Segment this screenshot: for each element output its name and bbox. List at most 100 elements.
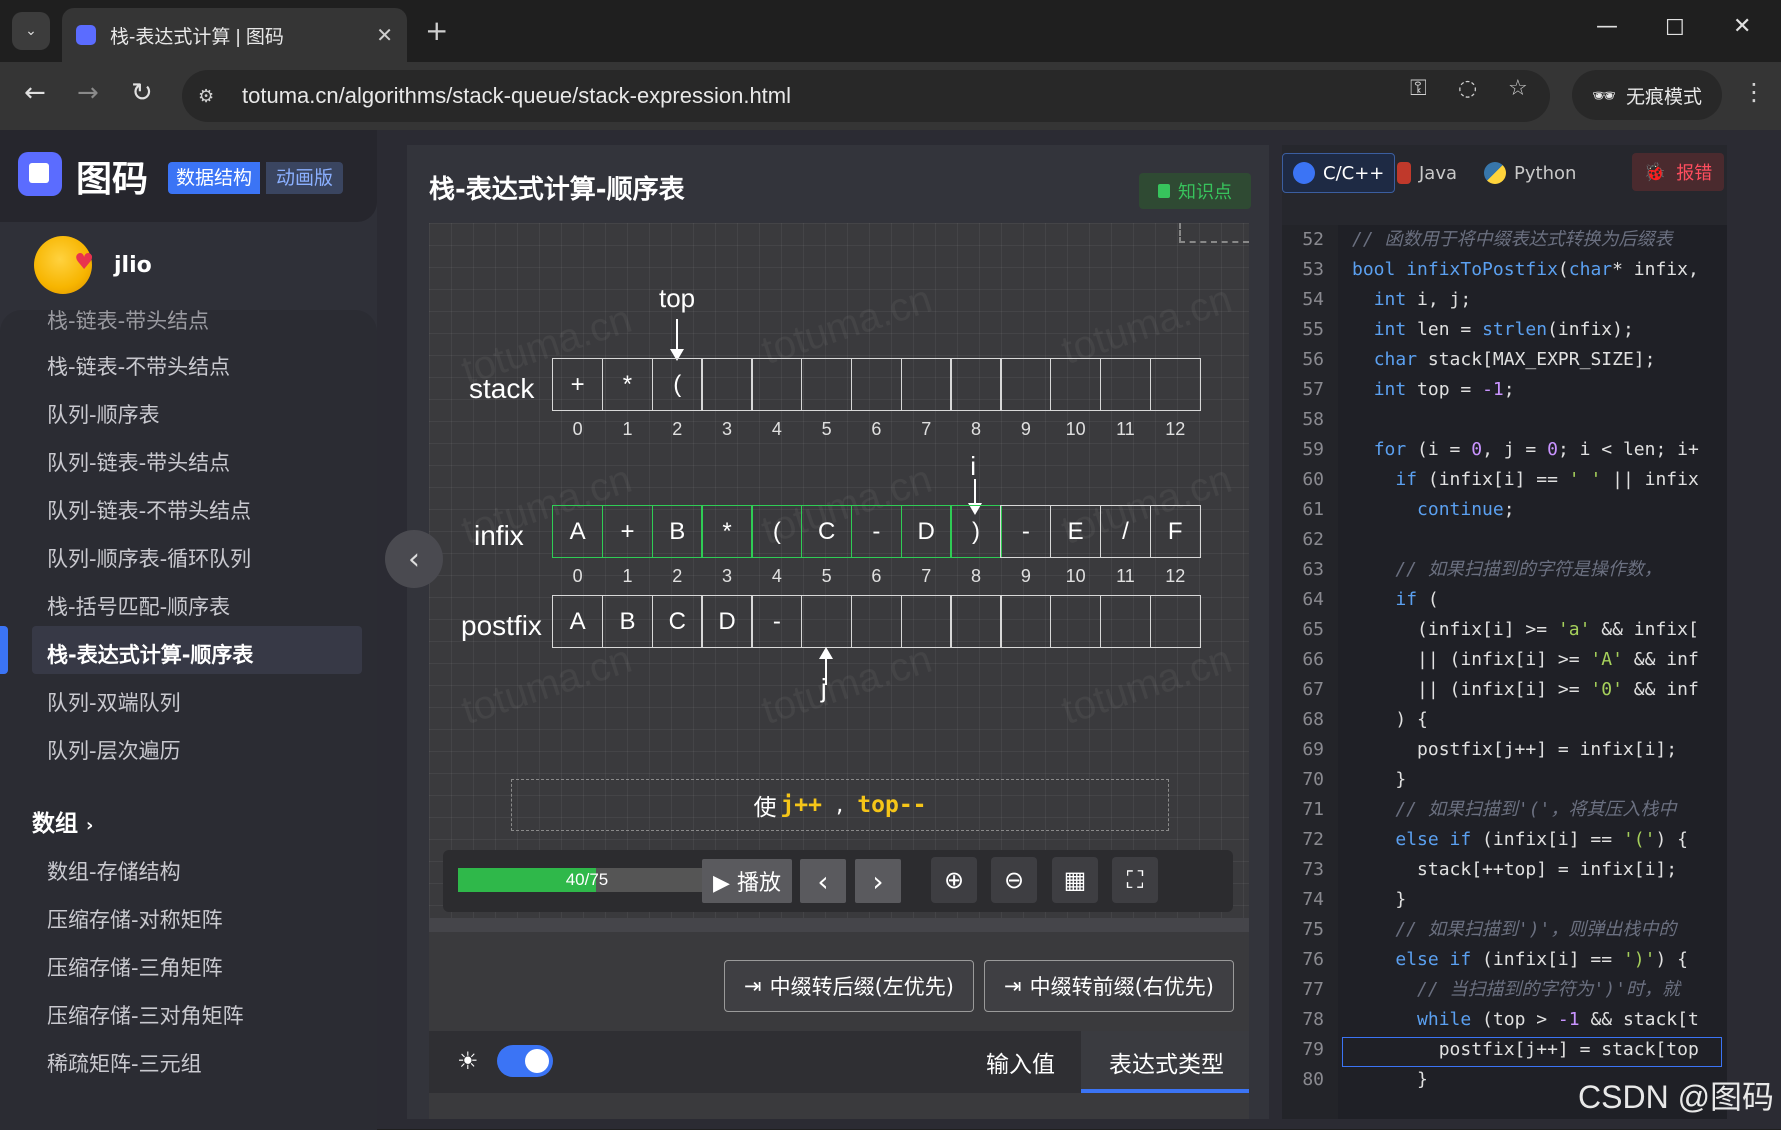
code-line: int i, j; [1373,289,1472,310]
code-line: // 如果扫描到'('，将其压入栈中 [1352,799,1677,820]
play-button[interactable]: ▶ 播放 [702,859,792,903]
close-tab-icon[interactable]: ✕ [376,23,393,47]
index-label: 8 [971,419,982,439]
sidebar-item[interactable]: 栈-链表-带头结点 [47,305,209,335]
code-line: postfix[j++] = infix[i]; [1352,739,1678,760]
index-label: 10 [1065,566,1086,586]
infix-cell: E [1049,505,1102,558]
infix-cell: D [900,505,952,558]
tab-search-button[interactable]: ⌄ [12,12,50,50]
code-line: ) { [1352,709,1428,730]
arrow-right-bar-icon: ⇥ [744,974,762,998]
postfix-cell: A [552,595,604,648]
sidebar: 图码 数据结构 动画版 jlio 栈-链表-带头结点 栈-链表-不带头结点 队列… [0,130,377,1130]
address-bar[interactable]: ⚙ totuma.cn/algorithms/stack-queue/stack… [182,70,1550,122]
stack-cell: ( [651,358,703,411]
nav-group-title[interactable]: 数组 › [32,804,93,838]
url-text[interactable]: totuma.cn/algorithms/stack-queue/stack-e… [242,83,791,109]
code-line: if ( [1395,589,1439,610]
sidebar-item[interactable]: 队列-链表-带头结点 [47,447,230,477]
logo-icon[interactable] [18,152,62,196]
line-number: 78 [1302,1009,1324,1030]
user-profile[interactable]: jlio [34,236,152,294]
sidebar-item[interactable]: 栈-链表-不带头结点 [47,351,230,381]
username: jlio [114,252,152,278]
lang-tab-c[interactable]: C/C++ [1282,153,1396,193]
lang-tab-python[interactable]: Python [1484,153,1576,193]
brand-header: 图码 数据结构 动画版 [0,130,377,222]
stack-cell [850,358,903,411]
sidebar-item[interactable]: 稀疏矩阵-三元组 [47,1048,202,1078]
panel-divider [429,918,1249,932]
sidebar-item[interactable]: 队列-顺序表-循环队列 [47,543,251,573]
code-line: } [1352,889,1407,910]
next-step-button[interactable]: › [855,859,901,903]
site-settings-icon[interactable]: ⚙ [198,86,234,107]
line-number: 71 [1302,799,1324,820]
sidebar-item[interactable]: 队列-层次遍历 [47,735,181,765]
sidebar-item[interactable]: 数组-存储结构 [47,856,181,886]
code-editor[interactable]: 52 // 函数用于将中缀表达式转换为后缀表 53 bool infixToPost… [1282,225,1727,1119]
sidebar-item[interactable]: 压缩存储-三角矩阵 [47,952,223,982]
line-number: 57 [1302,379,1324,400]
sidebar-item[interactable]: 栈-括号匹配-顺序表 [47,591,230,621]
infix-to-postfix-button[interactable]: ⇥ 中缀转后缀(左优先) [724,960,974,1012]
theme-toggle[interactable] [497,1045,553,1077]
reload-icon[interactable]: ↻ [131,78,153,108]
avatar[interactable] [34,236,94,294]
chevron-down-icon: ⌄ [25,23,37,39]
index-label: 9 [1020,419,1031,439]
menu-icon[interactable]: ⋮ [1742,78,1766,106]
canvas-corner-marker [1179,223,1249,243]
new-tab-button[interactable]: + [425,14,448,47]
prev-step-button[interactable]: ‹ [800,859,846,903]
c-logo-icon [1293,162,1315,184]
report-bug-button[interactable]: 🐞 报错 [1632,153,1724,191]
line-number: 67 [1302,679,1324,700]
grid-icon[interactable]: ▦ [1052,857,1098,903]
collapse-sidebar-button[interactable]: ‹ [385,530,443,588]
sidebar-item[interactable]: 队列-双端队列 [47,687,181,717]
minimize-icon[interactable]: — [1596,14,1618,39]
key-icon[interactable]: ⚿ [1410,76,1427,101]
index-label: 6 [871,566,882,586]
line-number: 59 [1302,439,1324,460]
postfix-cell [900,595,952,648]
knowledge-label: 知识点 [1178,182,1232,203]
sidebar-item[interactable]: 压缩存储-三对角矩阵 [47,1000,244,1030]
browser-tabbar: ⌄ 栈-表达式计算 | 图码 ✕ + — ☐ ✕ [0,0,1781,62]
incognito-badge[interactable]: 🕶 无痕模式 [1572,70,1722,120]
page: 图码 数据结构 动画版 jlio 栈-链表-带头结点 栈-链表-不带头结点 队列… [0,130,1781,1130]
sidebar-item-active[interactable]: 栈-表达式计算-顺序表 [47,639,253,669]
index-label: 8 [971,566,982,586]
back-icon[interactable]: ← [24,78,46,108]
forward-icon[interactable]: → [77,78,99,108]
tab-input-value[interactable]: 输入值 [986,1045,1055,1079]
brand-name[interactable]: 图码 [76,150,148,202]
tag-animation[interactable]: 动画版 [266,162,344,194]
stack-cell [701,358,753,411]
maximize-icon[interactable]: ☐ [1665,16,1685,41]
index-label: 3 [722,566,733,586]
sidebar-item[interactable]: 队列-顺序表 [47,399,160,429]
browser-tab[interactable]: 栈-表达式计算 | 图码 ✕ [62,8,407,62]
sidebar-item[interactable]: 队列-链表-不带头结点 [47,495,251,525]
progress-bar[interactable]: 40/75 [458,868,716,892]
star-icon[interactable]: ☆ [1508,76,1528,101]
fullscreen-icon[interactable]: ⛶ [1112,857,1158,903]
zoom-out-icon[interactable]: ⊖ [991,857,1037,903]
tab-expression-type[interactable]: 表达式类型 [1109,1045,1224,1079]
lang-tab-java[interactable]: Java [1397,153,1457,193]
lang-c-label: C/C++ [1323,162,1385,184]
zoom-in-icon[interactable]: ⊕ [931,857,977,903]
animation-canvas[interactable]: totuma.cn totuma.cn totuma.cn totuma.cn … [429,223,1249,918]
eye-off-icon[interactable]: ◌ [1458,76,1477,101]
postfix-cell [800,595,853,648]
line-number: 61 [1302,499,1324,520]
infix-to-prefix-button[interactable]: ⇥ 中缀转前缀(右优先) [984,960,1234,1012]
knowledge-button[interactable]: 知识点 [1139,173,1251,209]
tag-data-structure[interactable]: 数据结构 [168,162,261,194]
sidebar-item[interactable]: 压缩存储-对称矩阵 [47,904,223,934]
close-window-icon[interactable]: ✕ [1733,14,1751,39]
stack-cell: * [601,358,654,411]
